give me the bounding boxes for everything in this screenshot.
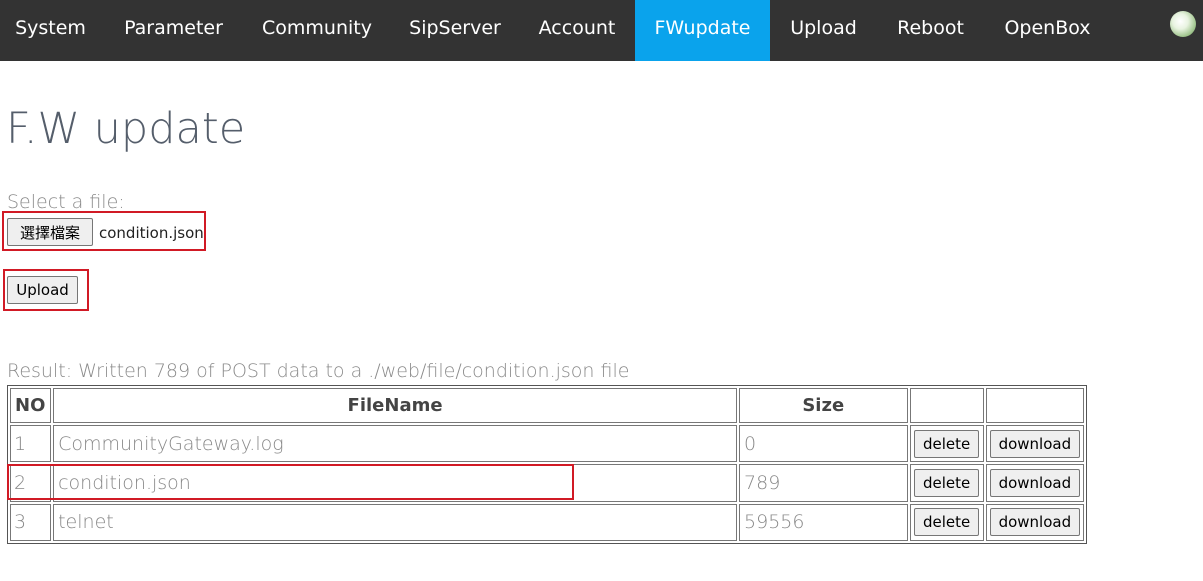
select-file-label: Select a file: — [7, 191, 125, 213]
nav-item-fwupdate[interactable]: FWupdate — [635, 0, 770, 61]
header-filename: FileName — [53, 388, 738, 423]
row-size: 59556 — [739, 503, 908, 541]
table-header-row: NO FileName Size — [10, 388, 1084, 423]
download-button[interactable]: download — [989, 468, 1081, 497]
nav-item-openbox[interactable]: OpenBox — [984, 0, 1111, 61]
status-indicator-icon — [1170, 11, 1196, 37]
header-delete — [909, 388, 984, 423]
row-filename: CommunityGateway.log — [53, 425, 738, 463]
row-no: 1 — [10, 425, 52, 463]
nav-item-community[interactable]: Community — [243, 0, 391, 61]
table-row: 3 telnet 59556 delete download — [10, 503, 1084, 541]
upload-button[interactable]: Upload — [7, 276, 78, 304]
page-title: F.W update — [6, 104, 246, 154]
row-size: 0 — [739, 425, 908, 463]
header-download — [985, 388, 1084, 423]
nav-item-reboot[interactable]: Reboot — [877, 0, 984, 61]
download-button[interactable]: download — [989, 429, 1081, 458]
nav-item-account[interactable]: Account — [519, 0, 635, 61]
delete-button[interactable]: delete — [913, 429, 980, 458]
header-size: Size — [739, 388, 908, 423]
upload-result-text: Result: Written 789 of POST data to a ./… — [7, 360, 630, 382]
file-table: NO FileName Size 1 CommunityGateway.log … — [7, 385, 1087, 544]
row-size: 789 — [739, 464, 908, 502]
table-row: 2 condition.json 789 delete download — [10, 464, 1084, 502]
row-filename: condition.json — [53, 464, 738, 502]
table-row: 1 CommunityGateway.log 0 delete download — [10, 425, 1084, 463]
delete-button[interactable]: delete — [913, 468, 980, 497]
top-navbar: System Parameter Community SipServer Acc… — [0, 0, 1203, 61]
row-filename: telnet — [53, 503, 738, 541]
nav-item-upload[interactable]: Upload — [770, 0, 877, 61]
delete-button[interactable]: delete — [913, 508, 980, 537]
header-no: NO — [10, 388, 52, 423]
row-no: 2 — [10, 464, 52, 502]
row-no: 3 — [10, 503, 52, 541]
choose-file-button[interactable]: 選擇檔案 — [7, 218, 93, 246]
selected-file-name: condition.json — [99, 224, 204, 242]
nav-item-system[interactable]: System — [0, 0, 101, 61]
download-button[interactable]: download — [989, 508, 1081, 537]
nav-item-parameter[interactable]: Parameter — [104, 0, 243, 61]
nav-item-sipserver[interactable]: SipServer — [391, 0, 519, 61]
